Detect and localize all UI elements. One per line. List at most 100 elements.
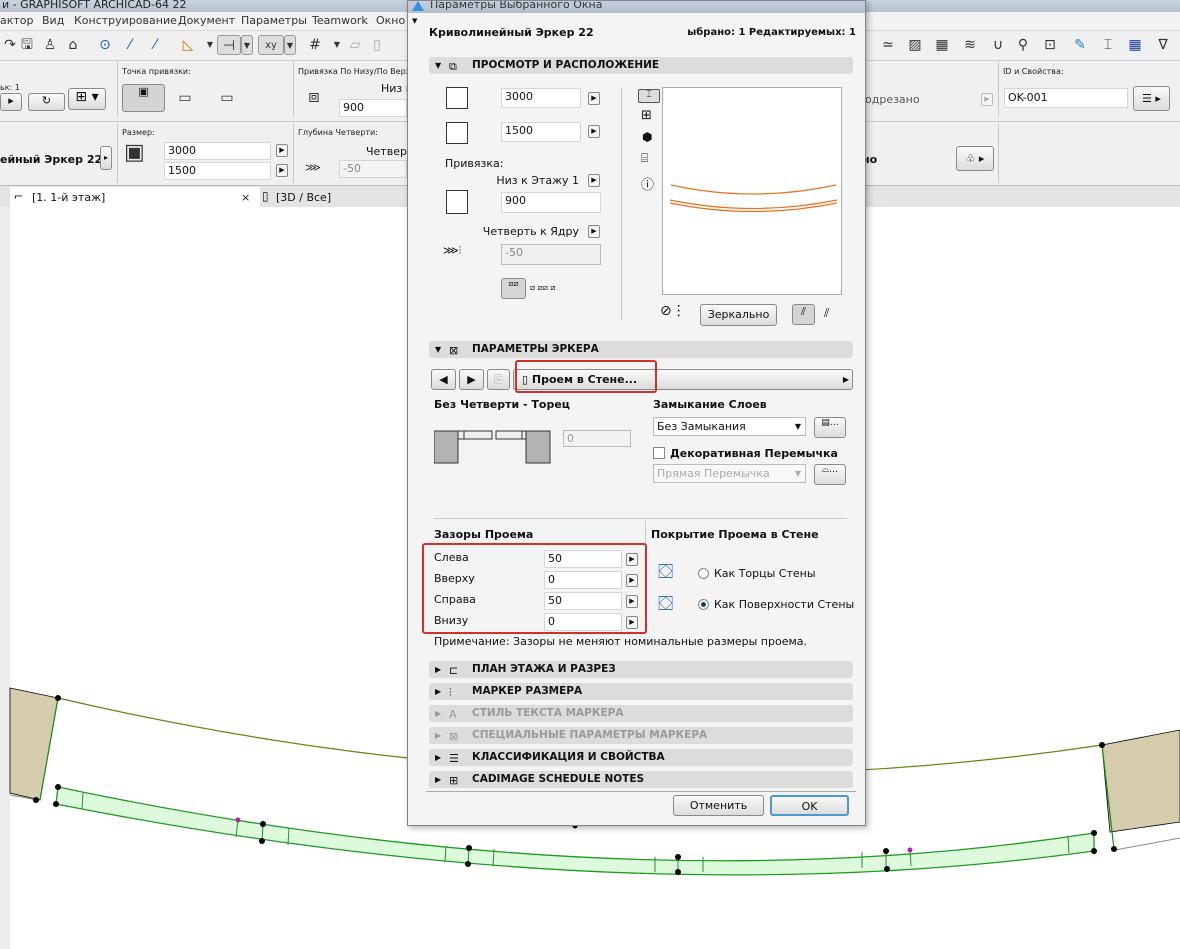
opening-side-a-button[interactable]: ⫽ <box>792 304 815 325</box>
inject-icon[interactable]: ⁄ <box>145 35 165 55</box>
renovation-icon[interactable]: ✎ <box>1070 35 1090 55</box>
menu-options[interactable]: Параметры <box>241 14 307 27</box>
section-preview-positioning[interactable]: ▼ ⧉ ПРОСМОТР И РАСПОЛОЖЕНИЕ <box>429 57 853 74</box>
menu-window[interactable]: Окно <box>376 14 405 27</box>
surface-icon[interactable]: ⚲ <box>1013 35 1033 55</box>
reveal-depth-input[interactable]: 0 <box>563 430 631 447</box>
cancel-button[interactable]: Отменить <box>673 795 764 816</box>
elevation-preview-icon[interactable]: ⊞ <box>641 108 652 123</box>
layer-button[interactable]: ▸ <box>0 93 22 111</box>
id-label: ID и Свойства: <box>1003 67 1064 76</box>
reveal-input[interactable]: -50 <box>339 160 407 178</box>
pen-icon[interactable]: ∪ <box>988 35 1008 55</box>
coordinates-dropdown-icon[interactable]: ▼ <box>284 35 296 55</box>
selection-info: ыбрано: 1 Редактируемых: 1 <box>687 27 856 38</box>
previous-page-button[interactable]: ◀ <box>431 369 456 390</box>
profile-manager-icon[interactable]: ⌶ <box>1098 35 1118 55</box>
layer-closure-select[interactable]: Без Замыкания ▼ <box>653 417 806 436</box>
params-icon: ⊠ <box>449 344 459 357</box>
height-input[interactable]: 1500 <box>501 122 581 142</box>
cover-wall-surfaces-radio[interactable] <box>698 599 709 610</box>
plan-preview-icon[interactable]: ⌶ <box>638 89 660 103</box>
tab-floor-plan[interactable]: ⌐ [1. 1-й этаж] × <box>10 187 260 207</box>
section-bay-params[interactable]: ▼ ⊠ ПАРАМЕТРЫ ЭРКЕРА <box>429 341 853 358</box>
tab-3d[interactable]: ▯ [3D / Все] <box>262 187 402 207</box>
zone-icon[interactable]: ⊡ <box>1040 35 1060 55</box>
plane2-icon[interactable]: ▯ <box>367 35 387 55</box>
section-marker-text-style[interactable]: ▶ A СТИЛЬ ТЕКСТА МАРКЕРА <box>429 705 853 722</box>
find-select-icon[interactable]: ⊙ <box>95 35 115 55</box>
section-cadimage-notes[interactable]: ▶ ⊞ CADIMAGE SCHEDULE NOTES <box>429 771 853 788</box>
plane-icon[interactable]: ▱ <box>345 35 365 55</box>
menu-document[interactable]: Документ <box>178 14 235 27</box>
fill-icon[interactable]: ▨ <box>905 35 925 55</box>
menu-teamwork[interactable]: Teamwork <box>312 14 368 27</box>
reveal-mode-popup[interactable]: Четверть к Ядру <box>483 225 579 238</box>
element-settings-button[interactable]: ▸ <box>100 146 112 170</box>
opening-side-b-button[interactable]: ⫽ <box>824 306 829 321</box>
line-type-icon[interactable]: ≃ <box>878 35 898 55</box>
page-export-button[interactable]: ⎘ <box>487 369 510 390</box>
window-cube-icon: ⧉ <box>449 60 457 73</box>
section-classification[interactable]: ▶ ☰ КЛАССИФИКАЦИЯ И СВОЙСТВА <box>429 749 853 766</box>
layer-closure-options-button[interactable]: ▤… <box>814 417 846 438</box>
snap-corner-icon[interactable]: ▭ <box>217 88 237 108</box>
profile-icon[interactable]: ≋ <box>960 35 980 55</box>
lintel-options-button[interactable]: ⌓… <box>814 464 846 485</box>
menu-edit[interactable]: актор <box>0 14 34 27</box>
sill-input[interactable]: 900 <box>339 99 407 117</box>
width-arrow-button[interactable]: ▶ <box>276 144 288 157</box>
id-input[interactable]: OK-001 <box>1004 88 1128 108</box>
composite-icon[interactable]: ▦ <box>932 35 952 55</box>
width-input[interactable]: 3000 <box>164 142 271 160</box>
guide-icon[interactable]: ◺ <box>178 35 198 55</box>
coordinates-icon[interactable]: xy <box>258 35 284 55</box>
section-dimension-marker[interactable]: ▶ ⫶ МАРКЕР РАЗМЕРА <box>429 683 853 700</box>
favorites-dropdown-icon[interactable]: ▼ <box>412 17 417 25</box>
height-input[interactable]: 1500 <box>164 162 271 180</box>
schedule-icon[interactable]: ▦ <box>1125 35 1145 55</box>
properties-button[interactable]: ☰ ▸ <box>1133 86 1170 111</box>
favorites-button[interactable]: ♧ ▸ <box>956 146 994 171</box>
width-input[interactable]: 3000 <box>501 88 581 108</box>
markup-icon[interactable]: ∇ <box>1153 35 1173 55</box>
close-tab-icon[interactable]: × <box>241 191 250 204</box>
height-arrow-button[interactable]: ▶ <box>588 125 600 138</box>
anchor-label: Привязка: <box>445 157 504 170</box>
lintel-type-select[interactable]: Прямая Перемычка ▼ <box>653 464 806 483</box>
ok-button[interactable]: OK <box>770 795 849 816</box>
snap-center-button[interactable]: ▣ <box>122 84 165 112</box>
3d-preview-icon[interactable]: ⬢ <box>642 130 652 144</box>
section-marker-special[interactable]: ▶ ⊠ СПЕЦИАЛЬНЫЕ ПАРАМЕТРЫ МАРКЕРА <box>429 727 853 744</box>
reveal-arrow-button[interactable]: ▶ <box>588 225 600 238</box>
menu-view[interactable]: Вид <box>42 14 64 27</box>
library-icon[interactable]: ⌂ <box>63 35 83 55</box>
window-frame-button[interactable]: ⊞ ▾ <box>68 88 106 110</box>
reveal-core-button[interactable]: ⧄⧄ <box>501 278 526 299</box>
snap-dropdown-icon[interactable]: ▼ <box>241 35 253 55</box>
snap-side-icon[interactable]: ▭ <box>175 88 195 108</box>
save-icon[interactable]: 🖫 <box>17 35 37 55</box>
reveal-options-icons[interactable]: ⧄ ⧄⧄ ⧄ <box>530 283 555 293</box>
width-arrow-button[interactable]: ▶ <box>588 92 600 105</box>
mirror-button[interactable]: Зеркально <box>700 304 777 326</box>
section-preview-icon[interactable]: ⌸ <box>641 151 648 166</box>
cut-arrow-button[interactable]: ▶ <box>981 93 993 106</box>
info-icon[interactable]: ⓘ <box>641 174 654 193</box>
decor-lintel-checkbox[interactable] <box>653 447 665 459</box>
rotate-button[interactable]: ↻ <box>28 93 65 111</box>
snap-icon[interactable]: ⊣ <box>217 35 241 55</box>
grid-icon[interactable]: # <box>305 35 325 55</box>
anchor-arrow-button[interactable]: ▶ <box>588 174 600 187</box>
menu-design[interactable]: Конструирование <box>74 14 177 27</box>
reveal-input[interactable]: -50 <box>501 244 601 265</box>
next-page-button[interactable]: ▶ <box>459 369 484 390</box>
height-arrow-button[interactable]: ▶ <box>276 164 288 177</box>
teamwork-icon[interactable]: ♙ <box>40 35 60 55</box>
cover-wall-ends-radio[interactable] <box>698 568 709 579</box>
anchor-mode-popup[interactable]: Низ к Этажу 1 <box>496 174 579 187</box>
sill-input[interactable]: 900 <box>501 192 601 213</box>
section-floor-plan[interactable]: ▶ ⊏ ПЛАН ЭТАЖА И РАЗРЕЗ <box>429 661 853 678</box>
grid-dropdown-icon[interactable]: ▼ <box>327 35 347 55</box>
pick-up-icon[interactable]: ⁄ <box>120 35 140 55</box>
